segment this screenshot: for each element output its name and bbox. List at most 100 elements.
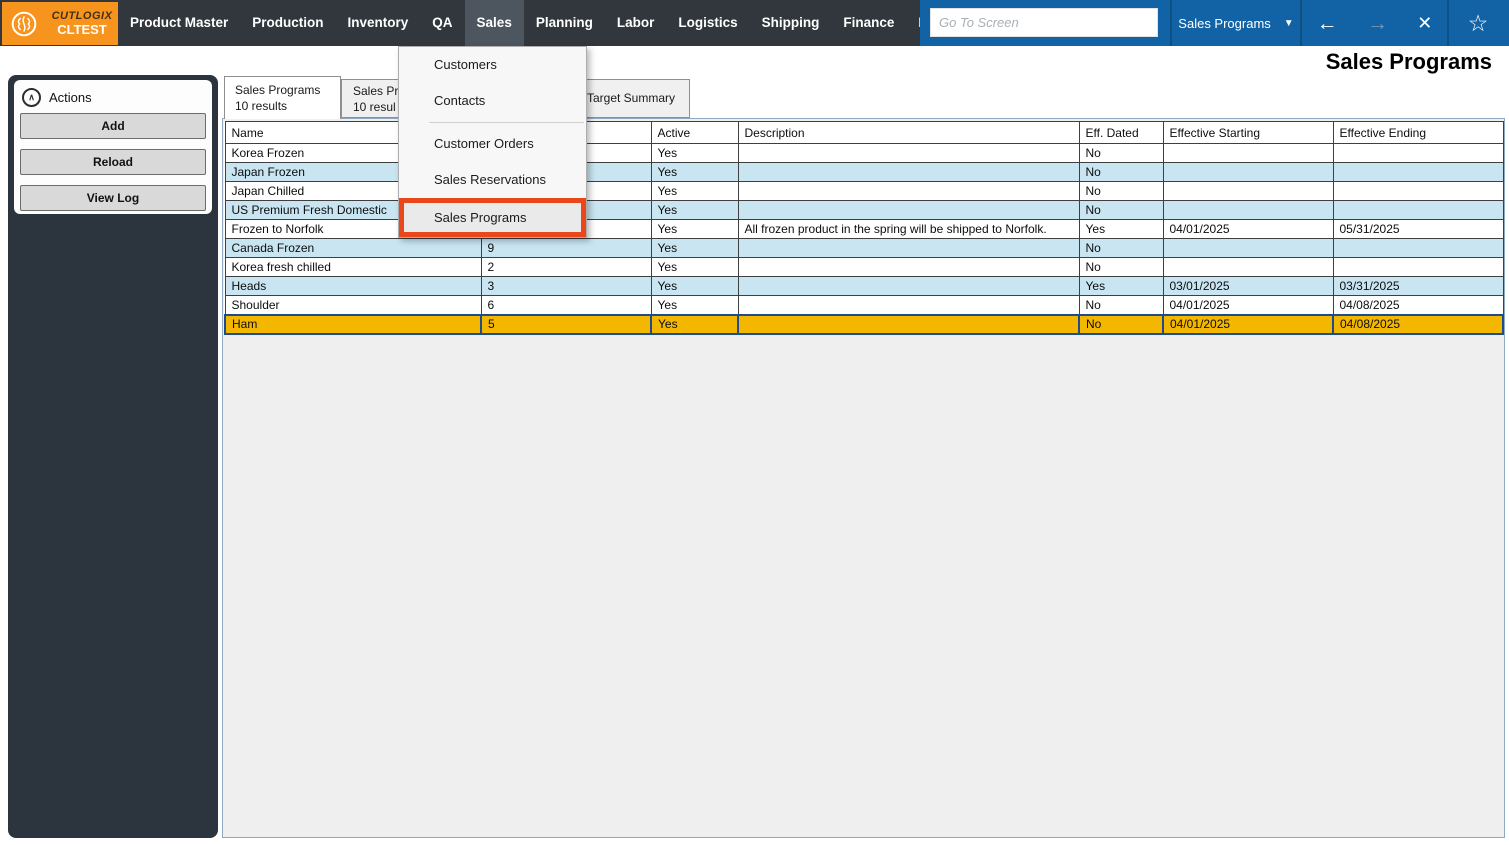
cell-description[interactable] xyxy=(738,201,1079,220)
favorite-star-icon[interactable]: ☆ xyxy=(1447,0,1509,46)
column-header-eff-dated[interactable]: Eff. Dated xyxy=(1079,122,1163,144)
table-row-ham[interactable]: Ham5Yes No04/01/202504/08/2025 xyxy=(225,315,1503,334)
column-header-effective-starting[interactable]: Effective Starting xyxy=(1163,122,1333,144)
cell-active[interactable]: Yes xyxy=(651,163,738,182)
menu-item-contacts[interactable]: Contacts xyxy=(399,83,586,119)
cell-name[interactable]: Heads xyxy=(225,277,481,296)
cell-description[interactable] xyxy=(738,144,1079,163)
cell-effective-ending[interactable] xyxy=(1333,163,1503,182)
menu-item-sales-programs[interactable]: Sales Programs xyxy=(399,198,586,237)
sidebar: ∧ Actions AddReloadView Log xyxy=(8,75,218,838)
close-icon[interactable]: ✕ xyxy=(1417,14,1432,32)
cell-effective-starting[interactable] xyxy=(1163,239,1333,258)
cell-description[interactable] xyxy=(738,239,1079,258)
nav-item-finance[interactable]: Finance xyxy=(831,0,906,46)
cell-effective-ending[interactable] xyxy=(1333,239,1503,258)
cell-name[interactable]: Ham xyxy=(225,315,481,334)
cell-description[interactable] xyxy=(738,277,1079,296)
nav-item-qa[interactable]: QA xyxy=(420,0,464,46)
cell-effective-starting[interactable] xyxy=(1163,144,1333,163)
cell-eff-dated[interactable]: No xyxy=(1079,296,1163,315)
menu-item-sales-reservations[interactable]: Sales Reservations xyxy=(399,162,586,198)
cell-effective-ending[interactable] xyxy=(1333,201,1503,220)
menu-item-customer-orders[interactable]: Customer Orders xyxy=(399,126,586,162)
cell-num[interactable]: 3 xyxy=(481,277,651,296)
nav-item-shipping[interactable]: Shipping xyxy=(750,0,832,46)
nav-item-inventory[interactable]: Inventory xyxy=(336,0,421,46)
table-row-korea-fresh-chilled[interactable]: Korea fresh chilled2Yes No xyxy=(225,258,1503,277)
nav-item-product-master[interactable]: Product Master xyxy=(118,0,240,46)
cell-effective-starting[interactable] xyxy=(1163,201,1333,220)
cell-active[interactable]: Yes xyxy=(651,220,738,239)
cell-description[interactable] xyxy=(738,315,1079,334)
cell-description[interactable] xyxy=(738,163,1079,182)
cell-description[interactable] xyxy=(738,182,1079,201)
cell-effective-ending[interactable]: 04/08/2025 xyxy=(1333,296,1503,315)
column-header-description[interactable]: Description xyxy=(738,122,1079,144)
cell-num[interactable]: 9 xyxy=(481,239,651,258)
cell-description[interactable] xyxy=(738,258,1079,277)
reload-button[interactable]: Reload xyxy=(20,149,206,175)
screen-selector-dropdown[interactable]: Sales Programs ▼ xyxy=(1172,0,1300,46)
cell-active[interactable]: Yes xyxy=(651,296,738,315)
cell-num[interactable]: 2 xyxy=(481,258,651,277)
app-logo[interactable]: CUTLOGIX CLTEST xyxy=(2,2,118,45)
nav-item-labor[interactable]: Labor xyxy=(605,0,667,46)
back-arrow-icon[interactable]: ← xyxy=(1317,13,1338,34)
add-button[interactable]: Add xyxy=(20,113,206,139)
cell-description[interactable] xyxy=(738,296,1079,315)
nav-item-planning[interactable]: Planning xyxy=(524,0,605,46)
cell-description[interactable]: All frozen product in the spring will be… xyxy=(738,220,1079,239)
cell-active[interactable]: Yes xyxy=(651,315,738,334)
cell-active[interactable]: Yes xyxy=(651,239,738,258)
cell-effective-ending[interactable]: 05/31/2025 xyxy=(1333,220,1503,239)
cell-active[interactable]: Yes xyxy=(651,201,738,220)
cell-effective-starting[interactable] xyxy=(1163,182,1333,201)
cell-active[interactable]: Yes xyxy=(651,182,738,201)
cell-eff-dated[interactable]: Yes xyxy=(1079,220,1163,239)
cell-name[interactable]: Canada Frozen xyxy=(225,239,481,258)
nav-item-logistics[interactable]: Logistics xyxy=(666,0,749,46)
cell-effective-starting[interactable] xyxy=(1163,258,1333,277)
cell-eff-dated[interactable]: Yes xyxy=(1079,277,1163,296)
cell-name[interactable]: Korea fresh chilled xyxy=(225,258,481,277)
cell-eff-dated[interactable]: No xyxy=(1079,144,1163,163)
tab-result-count: 10 results xyxy=(235,98,340,114)
menu-item-customers[interactable]: Customers xyxy=(399,47,586,83)
cell-effective-starting[interactable] xyxy=(1163,163,1333,182)
cell-active[interactable]: Yes xyxy=(651,277,738,296)
cell-effective-ending[interactable]: 03/31/2025 xyxy=(1333,277,1503,296)
tab-sales-programs-active[interactable]: Sales Programs 10 results xyxy=(224,76,341,119)
cell-eff-dated[interactable]: No xyxy=(1079,182,1163,201)
cell-effective-starting[interactable]: 04/01/2025 xyxy=(1163,220,1333,239)
cell-effective-ending[interactable] xyxy=(1333,182,1503,201)
nav-item-sales[interactable]: Sales xyxy=(465,0,524,46)
cell-eff-dated[interactable]: No xyxy=(1079,163,1163,182)
cell-num[interactable]: 5 xyxy=(481,315,651,334)
cell-active[interactable]: Yes xyxy=(651,144,738,163)
table-row-shoulder[interactable]: Shoulder6Yes No04/01/202504/08/2025 xyxy=(225,296,1503,315)
cell-effective-ending[interactable] xyxy=(1333,258,1503,277)
cell-eff-dated[interactable]: No xyxy=(1079,315,1163,334)
table-row-heads[interactable]: Heads3YesYes03/01/202503/31/2025 xyxy=(225,277,1503,296)
table-row-canada-frozen[interactable]: Canada Frozen9Yes No xyxy=(225,239,1503,258)
collapse-panel-button[interactable]: ∧ xyxy=(22,88,41,107)
cell-eff-dated[interactable]: No xyxy=(1079,201,1163,220)
cell-name[interactable]: Shoulder xyxy=(225,296,481,315)
cell-active[interactable]: Yes xyxy=(651,258,738,277)
cell-effective-ending[interactable]: 04/08/2025 xyxy=(1333,315,1503,334)
cell-eff-dated[interactable]: No xyxy=(1079,258,1163,277)
cell-eff-dated[interactable]: No xyxy=(1079,239,1163,258)
nav-item-production[interactable]: Production xyxy=(240,0,335,46)
menu-separator xyxy=(399,119,586,126)
goto-screen-input[interactable] xyxy=(930,8,1158,37)
cell-effective-starting[interactable]: 04/01/2025 xyxy=(1163,296,1333,315)
column-header-effective-ending[interactable]: Effective Ending xyxy=(1333,122,1503,144)
column-header-active[interactable]: Active xyxy=(651,122,738,144)
forward-arrow-icon[interactable]: → xyxy=(1367,13,1388,34)
cell-effective-starting[interactable]: 03/01/2025 xyxy=(1163,277,1333,296)
view-log-button[interactable]: View Log xyxy=(20,185,206,211)
cell-effective-ending[interactable] xyxy=(1333,144,1503,163)
cell-effective-starting[interactable]: 04/01/2025 xyxy=(1163,315,1333,334)
cell-num[interactable]: 6 xyxy=(481,296,651,315)
